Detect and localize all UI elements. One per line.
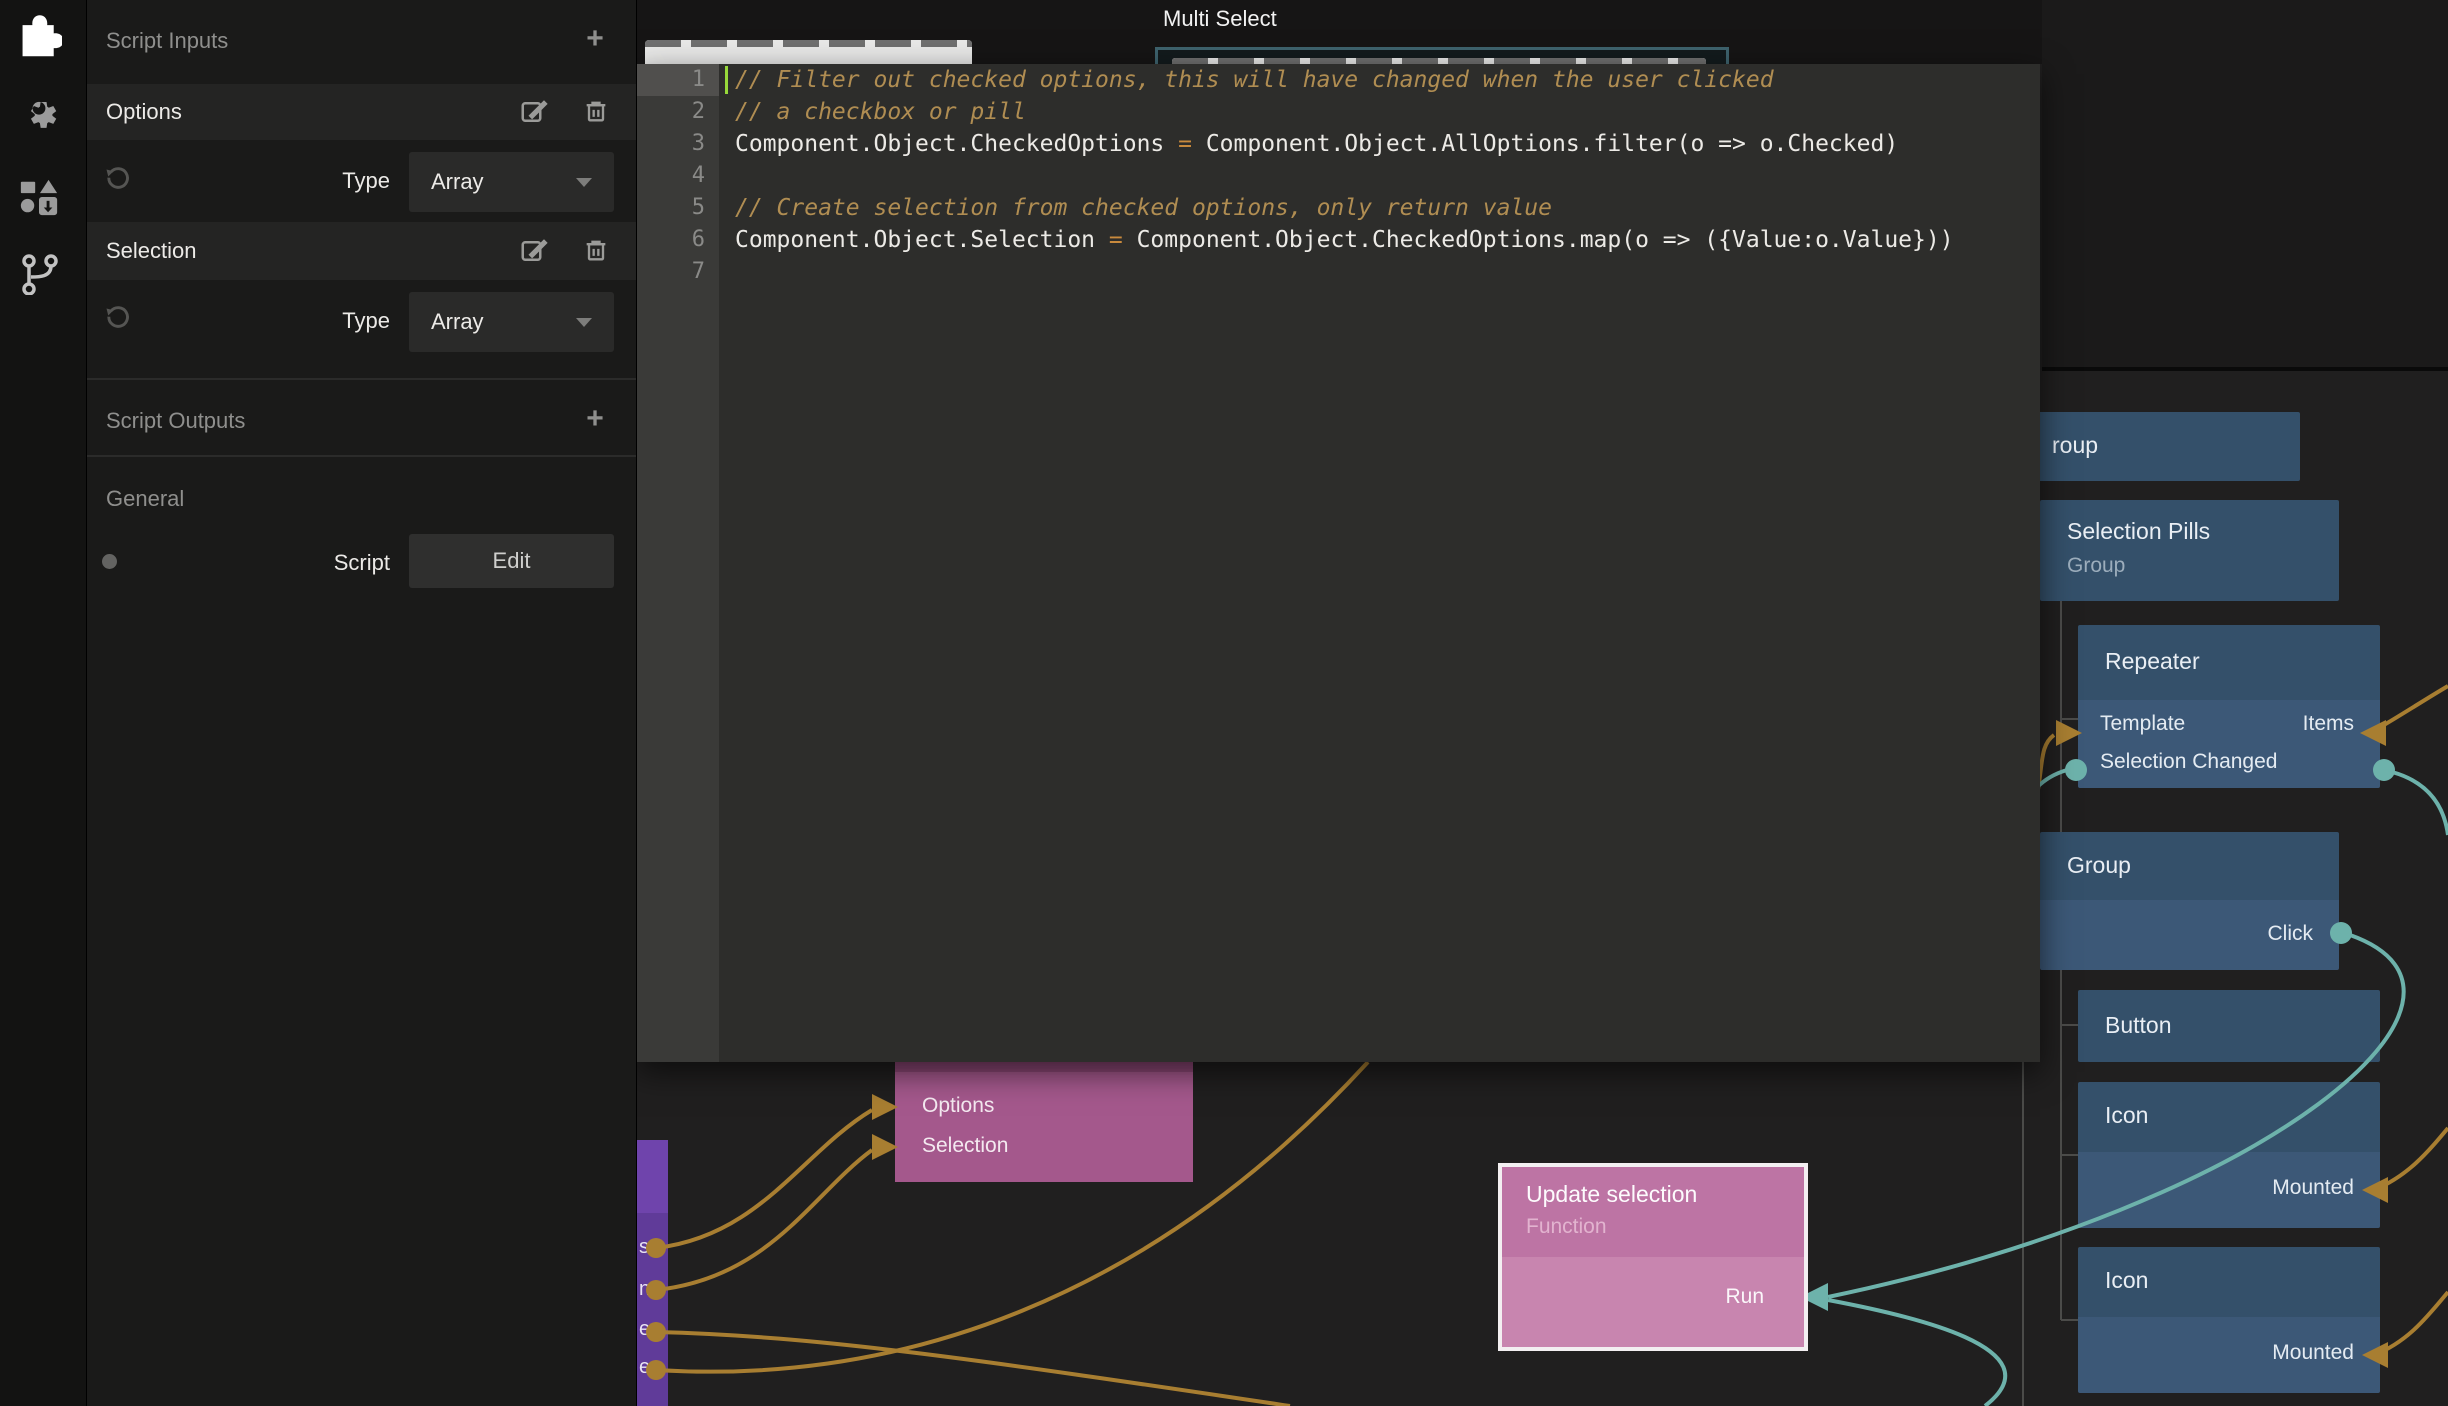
- code-line: // Filter out checked options, this will…: [735, 64, 1774, 96]
- version-control-branch-icon[interactable]: [16, 250, 62, 296]
- node-title: Repeater: [2105, 648, 2200, 675]
- port-click[interactable]: Click: [2268, 922, 2314, 946]
- code-line: // a checkbox or pill: [735, 96, 1026, 128]
- node-title: roup: [2052, 432, 2098, 459]
- node-title: Button: [2105, 1012, 2172, 1039]
- line-number: 5: [645, 192, 705, 224]
- port-selection[interactable]: Selection: [922, 1134, 1008, 1158]
- chevron-down-icon: [576, 318, 592, 327]
- node-group[interactable]: Group Click: [2040, 832, 2339, 970]
- node-icon-2[interactable]: Icon Mounted: [2078, 1247, 2380, 1393]
- settings-gear-icon[interactable]: [16, 88, 62, 134]
- delete-trash-icon[interactable]: [582, 97, 612, 127]
- preview-pill-bar: [645, 40, 972, 64]
- node-selection-pills[interactable]: Selection Pills Group: [2040, 500, 2339, 601]
- node-title: Selection Pills: [2067, 518, 2210, 545]
- node-top-band: [895, 1062, 1193, 1072]
- section-title: General: [106, 486, 184, 512]
- canvas-region-divider: [2042, 367, 2448, 371]
- node-title: Icon: [2105, 1267, 2148, 1294]
- line-number: 1: [645, 64, 705, 96]
- port-template[interactable]: Template: [2100, 712, 2185, 736]
- section-divider: [87, 455, 636, 457]
- code-line: // Create selection from checked options…: [735, 192, 1552, 224]
- delete-trash-icon[interactable]: [582, 236, 612, 266]
- type-dropdown[interactable]: Array: [409, 292, 614, 352]
- line-number: 7: [645, 256, 705, 288]
- port-fragment: e: [639, 1318, 650, 1341]
- node-repeater[interactable]: Repeater Template Items Selection Change…: [2078, 625, 2380, 788]
- node-title: Group: [2067, 852, 2131, 879]
- port-selection-changed[interactable]: Selection Changed: [2100, 750, 2277, 774]
- node-icon-1[interactable]: Icon Mounted: [2078, 1082, 2380, 1228]
- add-output-button[interactable]: +: [580, 404, 610, 434]
- preview-segments: [645, 40, 972, 47]
- node-button[interactable]: Button: [2078, 990, 2380, 1062]
- section-script-inputs: Script Inputs +: [87, 10, 636, 74]
- selection-type-row: Type Array: [87, 280, 636, 360]
- code-line: Component.Object.CheckedOptions = Compon…: [735, 128, 1898, 160]
- reset-undo-icon[interactable]: [103, 305, 133, 335]
- type-value: Array: [431, 309, 484, 335]
- text-cursor: [725, 66, 728, 94]
- components-puzzle-icon[interactable]: [16, 12, 62, 58]
- port-mounted[interactable]: Mounted: [2272, 1176, 2354, 1200]
- properties-panel: Script Inputs + Options Type Array Selec…: [87, 0, 637, 1406]
- node-update-selection[interactable]: Update selection Function Run: [1498, 1163, 1808, 1351]
- line-number: 2: [645, 96, 705, 128]
- port-fragment: e: [639, 1356, 650, 1379]
- options-type-row: Type Array: [87, 140, 636, 222]
- section-divider: [87, 378, 636, 380]
- node-subtitle: Function: [1526, 1215, 1607, 1239]
- input-row-options: Options: [87, 84, 636, 140]
- port-options[interactable]: Options: [922, 1094, 994, 1118]
- node-title: Icon: [2105, 1102, 2148, 1129]
- port-run[interactable]: Run: [1725, 1285, 1764, 1309]
- node-hidden-outputs[interactable]: s n e e: [637, 1140, 668, 1406]
- type-value: Array: [431, 169, 484, 195]
- port-items[interactable]: Items: [2303, 712, 2354, 736]
- node-header: [637, 1140, 668, 1213]
- editor-gutter: 1 2 3 4 5 6 7: [637, 64, 719, 1062]
- node-group-partial[interactable]: roup: [2018, 412, 2300, 481]
- canvas-upper-right-region: [2042, 0, 2448, 367]
- rename-pencil-icon[interactable]: [519, 97, 549, 127]
- port-fragment: s: [639, 1236, 649, 1259]
- edit-script-button[interactable]: Edit: [409, 534, 614, 588]
- node-subtitle: Group: [2067, 554, 2125, 578]
- type-label: Type: [342, 308, 390, 334]
- script-status-dot: [102, 554, 117, 569]
- reset-undo-icon[interactable]: [103, 166, 133, 196]
- node-title: Update selection: [1526, 1181, 1697, 1208]
- type-dropdown[interactable]: Array: [409, 152, 614, 212]
- section-script-outputs: Script Outputs +: [87, 390, 636, 454]
- input-name: Selection: [106, 238, 197, 264]
- activity-sidebar: [0, 0, 87, 1406]
- section-general: General: [87, 468, 636, 532]
- node-library-icon[interactable]: [16, 174, 62, 220]
- section-title: Script Outputs: [106, 408, 245, 434]
- input-name: Options: [106, 99, 182, 125]
- line-number: 6: [645, 224, 705, 256]
- line-number: 3: [645, 128, 705, 160]
- input-row-selection: Selection: [87, 222, 636, 280]
- type-label: Type: [342, 168, 390, 194]
- port-mounted[interactable]: Mounted: [2272, 1341, 2354, 1365]
- script-label: Script: [334, 550, 390, 576]
- chevron-down-icon: [576, 178, 592, 187]
- app-window: roup Selection Pills Group Repeater Temp…: [0, 0, 2448, 1406]
- port-fragment: n: [639, 1278, 650, 1301]
- line-number: 4: [645, 160, 705, 192]
- preview-node-label: Multi Select: [1163, 6, 1277, 32]
- section-title: Script Inputs: [106, 28, 228, 54]
- script-code-editor[interactable]: 1 2 3 4 5 6 7 // Filter out checked opti…: [637, 64, 2040, 1062]
- node-checked-options[interactable]: Options Selection: [895, 1062, 1193, 1182]
- add-input-button[interactable]: +: [580, 24, 610, 54]
- code-line: Component.Object.Selection = Component.O…: [735, 224, 1954, 256]
- rename-pencil-icon[interactable]: [519, 236, 549, 266]
